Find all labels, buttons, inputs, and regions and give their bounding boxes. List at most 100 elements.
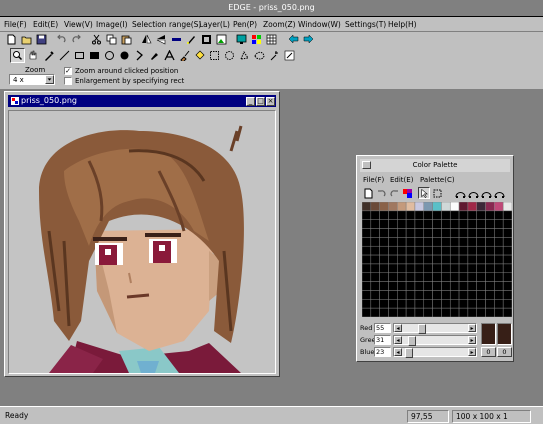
- palette-swatch[interactable]: [441, 290, 451, 300]
- undo-icon[interactable]: [54, 32, 69, 47]
- palette-swatch[interactable]: [441, 254, 451, 265]
- select-free-icon[interactable]: [252, 48, 267, 63]
- palette-swatch[interactable]: [432, 272, 442, 282]
- arrow-left-icon[interactable]: [286, 32, 301, 47]
- palette-swatch[interactable]: [494, 272, 504, 282]
- palette-swatch[interactable]: [423, 237, 433, 247]
- palette-swatch[interactable]: [388, 299, 398, 309]
- palette-swatch[interactable]: [476, 219, 486, 229]
- palette-swatch[interactable]: [449, 299, 460, 309]
- palette-swatch[interactable]: [379, 210, 389, 220]
- filled-rect-outline-icon[interactable]: [72, 48, 87, 63]
- zoom-select[interactable]: 4 x: [9, 74, 55, 85]
- palette-swatch[interactable]: [405, 272, 416, 282]
- palette-swatch[interactable]: [423, 245, 433, 256]
- palette-swatch[interactable]: [502, 272, 512, 282]
- palette-swatch[interactable]: [388, 237, 398, 247]
- palette-swatch[interactable]: [502, 307, 512, 317]
- palette-swatch[interactable]: [405, 290, 416, 300]
- palette-swatch[interactable]: [458, 202, 469, 212]
- blue-right-arrow-icon[interactable]: ▸: [468, 348, 476, 356]
- palette-swatch[interactable]: [502, 263, 512, 274]
- palette-swatch[interactable]: [414, 281, 425, 291]
- palette-swatch[interactable]: [432, 210, 442, 220]
- palette-gradient-2-icon[interactable]: [467, 187, 479, 199]
- palette-swatch[interactable]: [370, 219, 380, 229]
- select-lasso-icon[interactable]: [237, 48, 252, 63]
- palette-swatch[interactable]: [388, 307, 398, 317]
- menu-selection-range[interactable]: Selection range(S): [132, 20, 201, 29]
- palette-swatch[interactable]: [432, 202, 442, 212]
- red-slider[interactable]: ◂ ▸: [393, 323, 477, 334]
- palette-swatch[interactable]: [449, 245, 460, 256]
- pen-icon[interactable]: [132, 48, 147, 63]
- palette-swatch[interactable]: [485, 299, 495, 309]
- palette-swatch[interactable]: [362, 299, 372, 309]
- palette-swatch[interactable]: [449, 219, 460, 229]
- filled-circle-icon[interactable]: [117, 48, 132, 63]
- green-slider[interactable]: ◂ ▸: [393, 335, 477, 346]
- palette-swatch[interactable]: [485, 254, 495, 265]
- palette-swatch[interactable]: [494, 245, 504, 256]
- palette-swatch[interactable]: [379, 290, 389, 300]
- palette-swatch[interactable]: [485, 202, 495, 212]
- pen-tool-icon[interactable]: [184, 32, 199, 47]
- flip-horizontal-icon[interactable]: [139, 32, 154, 47]
- palette-swatch[interactable]: [502, 290, 512, 300]
- palette-swatch[interactable]: [485, 307, 495, 317]
- select-rect-icon[interactable]: [207, 48, 222, 63]
- palette-menu-edit[interactable]: Edit(E): [390, 176, 413, 184]
- palette-pointer-icon[interactable]: [418, 187, 430, 199]
- palette-swatch[interactable]: [414, 237, 425, 247]
- save-disk-icon[interactable]: [34, 32, 49, 47]
- filled-rect-icon[interactable]: [87, 48, 102, 63]
- palette-swatch[interactable]: [449, 237, 460, 247]
- palette-swatch[interactable]: [370, 237, 380, 247]
- palette-swatch[interactable]: [405, 307, 416, 317]
- palette-swatch[interactable]: [476, 272, 486, 282]
- palette-index-a[interactable]: 0: [481, 347, 496, 357]
- palette-swatch[interactable]: [397, 254, 407, 265]
- palette-swatch[interactable]: [467, 272, 477, 282]
- palette-swatch[interactable]: [432, 254, 442, 265]
- palette-swatch[interactable]: [441, 263, 451, 274]
- palette-menu-palette[interactable]: Palette(C): [420, 176, 455, 184]
- palette-swatch[interactable]: [379, 228, 389, 238]
- palette-swatch[interactable]: [423, 263, 433, 274]
- palette-swatch[interactable]: [432, 228, 442, 238]
- palette-swatch[interactable]: [379, 307, 389, 317]
- palette-swatch[interactable]: [414, 228, 425, 238]
- blue-value-field[interactable]: 23: [374, 347, 391, 357]
- palette-swatch[interactable]: [458, 237, 469, 247]
- palette-swatch[interactable]: [432, 237, 442, 247]
- palette-swatch[interactable]: [494, 219, 504, 229]
- palette-swatch[interactable]: [397, 263, 407, 274]
- palette-swatch[interactable]: [388, 263, 398, 274]
- spray-icon[interactable]: [147, 48, 162, 63]
- palette-new-icon[interactable]: [362, 187, 374, 199]
- palette-swatch[interactable]: [467, 299, 477, 309]
- palette-swatch[interactable]: [494, 281, 504, 291]
- palette-swatch[interactable]: [379, 237, 389, 247]
- green-right-arrow-icon[interactable]: ▸: [468, 336, 476, 344]
- palette-swatch[interactable]: [502, 299, 512, 309]
- palette-swatch[interactable]: [405, 281, 416, 291]
- palette-swatch[interactable]: [370, 263, 380, 274]
- palette-swatch[interactable]: [379, 202, 389, 212]
- green-value-field[interactable]: 31: [374, 335, 391, 345]
- palette-swatch[interactable]: [405, 210, 416, 220]
- secondary-color-swatch[interactable]: [497, 323, 512, 345]
- character-portrait-image[interactable]: [9, 111, 275, 373]
- palette-swatch[interactable]: [467, 263, 477, 274]
- palette-swatch[interactable]: [397, 290, 407, 300]
- magnifier-icon[interactable]: [10, 48, 25, 63]
- palette-swatch[interactable]: [458, 210, 469, 220]
- palette-swatch[interactable]: [458, 281, 469, 291]
- palette-swatch[interactable]: [370, 307, 380, 317]
- palette-swatch[interactable]: [441, 237, 451, 247]
- palette-swatch[interactable]: [388, 245, 398, 256]
- menu-edit[interactable]: Edit(E): [33, 20, 58, 29]
- palette-swatch[interactable]: [397, 210, 407, 220]
- palette-swatch[interactable]: [362, 237, 372, 247]
- palette-swatch[interactable]: [494, 210, 504, 220]
